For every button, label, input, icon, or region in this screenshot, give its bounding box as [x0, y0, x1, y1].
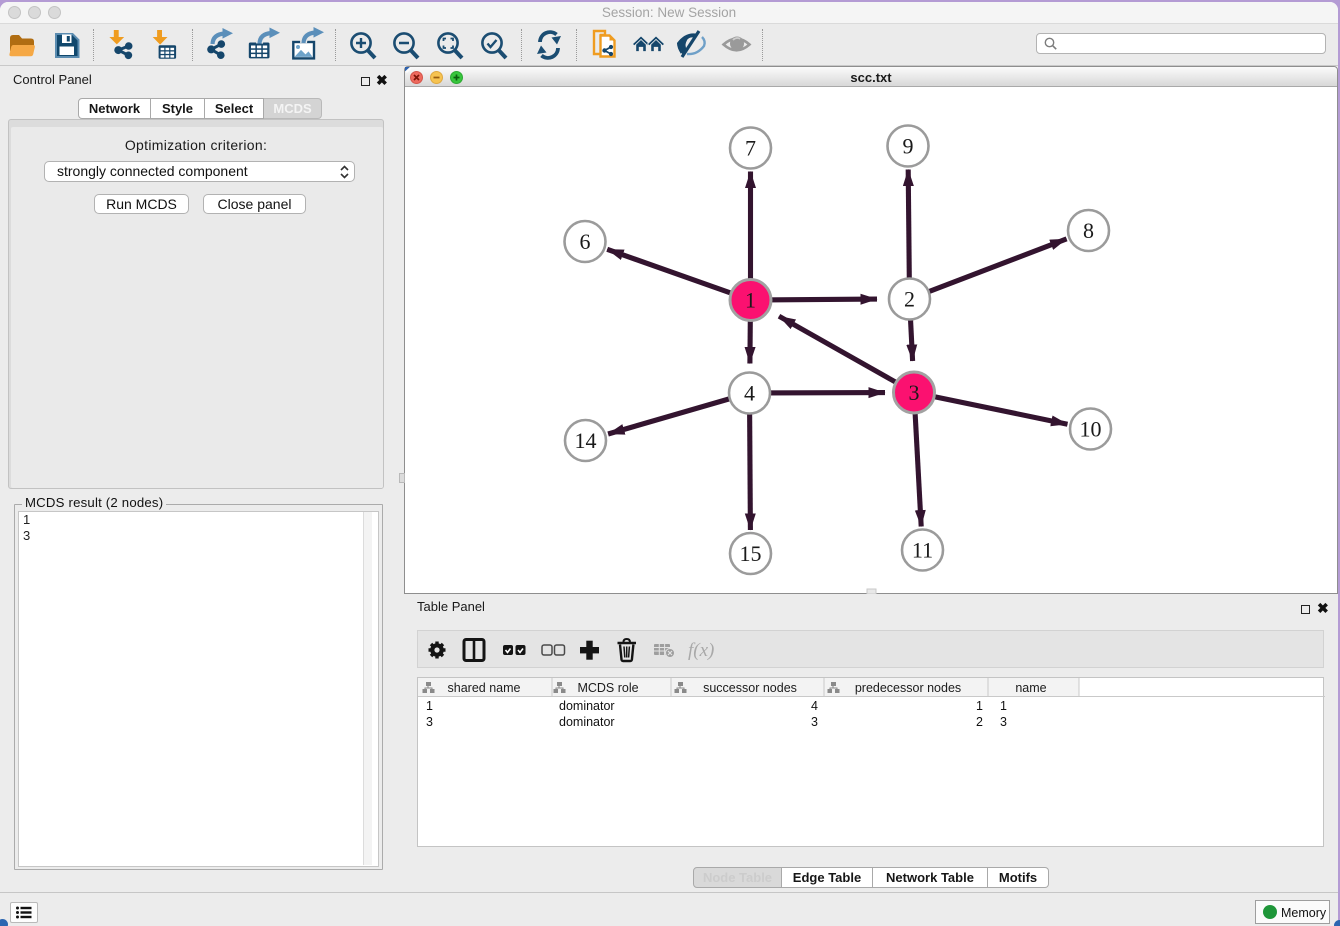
svg-text:name: name — [1015, 681, 1046, 695]
svg-text:3: 3 — [909, 380, 920, 405]
svg-text:predecessor nodes: predecessor nodes — [855, 681, 961, 695]
svg-text:8: 8 — [1083, 218, 1094, 243]
svg-text:MCDS role: MCDS role — [577, 681, 638, 695]
svg-text:15: 15 — [740, 541, 762, 566]
svg-text:2: 2 — [904, 287, 915, 312]
svg-text:7: 7 — [745, 136, 756, 161]
svg-text:14: 14 — [575, 428, 597, 453]
svg-text:11: 11 — [912, 538, 933, 563]
svg-text:9: 9 — [903, 134, 914, 159]
svg-text:f(x): f(x) — [688, 640, 714, 661]
svg-text:shared name: shared name — [448, 681, 521, 695]
svg-text:10: 10 — [1080, 417, 1102, 442]
svg-text:6: 6 — [580, 229, 591, 254]
svg-text:successor nodes: successor nodes — [703, 681, 797, 695]
svg-text:4: 4 — [744, 381, 755, 406]
svg-text:1: 1 — [745, 288, 756, 313]
